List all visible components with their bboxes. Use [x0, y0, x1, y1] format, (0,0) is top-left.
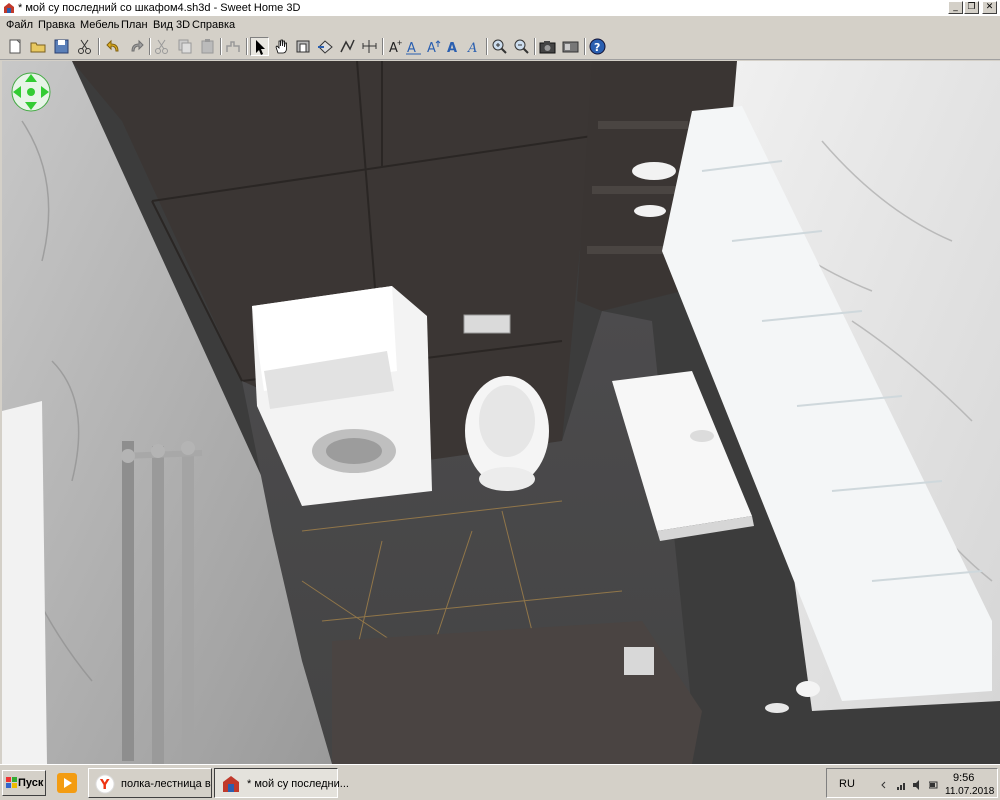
svg-text:?: ? — [594, 41, 600, 54]
menu-plan[interactable]: План — [121, 19, 148, 32]
close-button[interactable]: ✕ — [982, 1, 997, 14]
menu-help[interactable]: Справка — [192, 19, 235, 32]
sweet-home-3d-icon — [4, 3, 14, 13]
language-indicator[interactable]: RU — [839, 778, 855, 790]
title-bar: * мой су последний со шкафом4.sh3d - Swe… — [0, 0, 1000, 16]
3d-view[interactable] — [2, 61, 1000, 764]
svg-text:A: A — [427, 41, 436, 56]
create-rooms-icon[interactable] — [316, 37, 335, 56]
toolbar: A + A A A A ? — [0, 35, 1000, 60]
redo-icon[interactable] — [127, 37, 146, 56]
menu-edit[interactable]: Правка — [38, 19, 75, 32]
bold-icon[interactable]: A — [444, 37, 463, 56]
task-label: полка-лестница в в... — [121, 778, 229, 790]
zoom-in-icon[interactable] — [490, 37, 509, 56]
windows-logo-icon — [6, 777, 17, 788]
svg-text:Y: Y — [99, 778, 110, 793]
menu-furniture[interactable]: Мебель — [80, 19, 119, 32]
photo-icon[interactable] — [538, 37, 557, 56]
clock-time[interactable]: 9:56 — [953, 772, 974, 784]
minimize-button[interactable]: _ — [948, 1, 963, 14]
svg-text:A: A — [467, 41, 477, 56]
speaker-icon[interactable] — [913, 780, 923, 790]
copy-icon[interactable] — [175, 37, 194, 56]
taskbar: Пуск Y полка-лестница в в... * мой су по… — [0, 764, 1000, 800]
add-text-icon[interactable]: A + — [386, 37, 405, 56]
add-furniture-icon[interactable] — [224, 37, 243, 56]
cut-icon[interactable] — [75, 37, 94, 56]
menu-3d-view[interactable]: Вид 3D — [153, 19, 190, 32]
task-yandex-browser[interactable]: Y полка-лестница в в... — [88, 768, 229, 798]
svg-text:A: A — [447, 41, 457, 56]
italic-icon[interactable]: A — [464, 37, 483, 56]
text-style-icon[interactable]: A — [404, 37, 423, 56]
text-size-icon[interactable]: A — [424, 37, 443, 56]
zoom-out-icon[interactable] — [512, 37, 531, 56]
help-icon[interactable]: ? — [588, 37, 607, 56]
yandex-browser-icon: Y — [95, 774, 115, 794]
create-dimensions-icon[interactable] — [360, 37, 379, 56]
svg-text:+: + — [397, 38, 402, 48]
menu-bar: Файл Правка Мебель План Вид 3D Справка — [0, 16, 1000, 35]
task-sweet-home-3d[interactable]: * мой су последни... — [214, 768, 349, 798]
open-icon[interactable] — [29, 37, 48, 56]
restore-button[interactable]: ❐ — [964, 1, 979, 14]
save-icon[interactable] — [52, 37, 71, 56]
sweet-home-3d-icon — [223, 776, 239, 792]
window-title: * мой су последний со шкафом4.sh3d - Swe… — [18, 2, 301, 14]
create-polylines-icon[interactable] — [338, 37, 357, 56]
cut-icon[interactable] — [152, 37, 171, 56]
media-player-icon[interactable] — [56, 772, 78, 794]
battery-icon[interactable] — [929, 780, 939, 790]
select-icon[interactable] — [250, 37, 269, 56]
menu-file[interactable]: Файл — [6, 19, 33, 32]
network-signal-icon[interactable] — [897, 780, 907, 790]
pan-icon[interactable] — [272, 37, 291, 56]
navigation-arrows-icon[interactable] — [10, 71, 52, 113]
system-tray: RU 9:56 11.07.2018 — [826, 768, 998, 798]
clock-date[interactable]: 11.07.2018 — [945, 786, 994, 797]
start-button[interactable]: Пуск — [2, 770, 46, 796]
task-label: * мой су последни... — [247, 778, 349, 790]
bathroom-3d-render — [2, 61, 1000, 764]
paste-icon[interactable] — [198, 37, 217, 56]
arrow-icon[interactable] — [879, 780, 889, 790]
undo-icon[interactable] — [104, 37, 123, 56]
new-icon[interactable] — [6, 37, 25, 56]
start-label: Пуск — [18, 777, 44, 789]
create-walls-icon[interactable] — [294, 37, 313, 56]
video-icon[interactable] — [561, 37, 580, 56]
